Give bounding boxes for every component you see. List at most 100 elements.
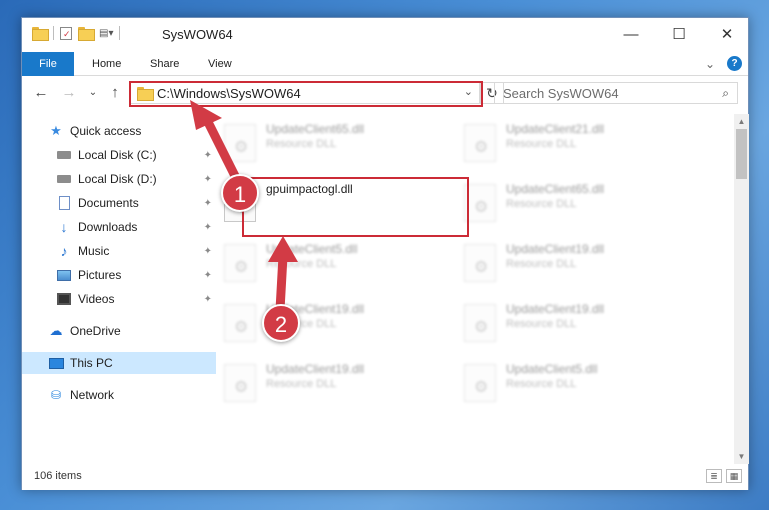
file-list: UpdateClient65.dll Resource DLL gpuimpac…	[218, 114, 733, 464]
view-switcher: ≣ ▦	[706, 469, 742, 483]
dll-file-icon	[464, 244, 496, 282]
list-item[interactable]: UpdateClient19.dll Resource DLL	[458, 238, 678, 288]
file-type: Resource DLL	[266, 378, 337, 390]
sidebar-item-network[interactable]: ⛁ Network	[22, 384, 216, 406]
sidebar-item-label: Pictures	[78, 268, 122, 282]
sidebar-item-downloads[interactable]: ↓ Downloads ✦	[22, 216, 216, 238]
file-type: Resource DLL	[506, 198, 577, 210]
file-name: UpdateClient19.dll	[506, 302, 605, 316]
explorer-window: ✓ ▤▾ SysWOW64 — ☐ ✕ File Home Share View…	[21, 17, 749, 490]
file-highlight-box	[242, 177, 469, 237]
sidebar-item-music[interactable]: ♪ Music ✦	[22, 240, 216, 262]
list-item[interactable]: UpdateClient19.dll Resource DLL	[218, 298, 438, 348]
title-bar: ✓ ▤▾ SysWOW64 — ☐ ✕	[22, 18, 748, 52]
list-item[interactable]: UpdateClient5.dll Resource DLL	[458, 358, 678, 408]
dll-file-icon	[224, 364, 256, 402]
file-type: Resource DLL	[506, 258, 577, 270]
list-item[interactable]: UpdateClient21.dll Resource DLL	[458, 118, 678, 168]
drive-icon	[56, 171, 72, 187]
tab-share[interactable]: Share	[136, 52, 193, 76]
navigation-pane: ★ Quick access Local Disk (C:) ✦ Local D…	[22, 114, 216, 464]
file-name: UpdateClient19.dll	[266, 362, 365, 376]
expand-ribbon-icon[interactable]: ⌄	[705, 57, 715, 71]
file-type: Resource DLL	[506, 378, 577, 390]
quick-access-toolbar: ✓ ▤▾	[32, 26, 121, 41]
pin-icon[interactable]: ✦	[204, 294, 212, 305]
sidebar-item-quick-access[interactable]: ★ Quick access	[22, 120, 216, 142]
step-1-badge: 1	[221, 174, 259, 212]
ribbon-controls: ⌄ ?	[705, 56, 742, 71]
sidebar-item-pictures[interactable]: Pictures ✦	[22, 264, 216, 286]
back-button[interactable]: ←	[30, 82, 52, 104]
music-icon: ♪	[60, 243, 68, 259]
dll-file-icon	[464, 124, 496, 162]
cloud-icon: ☁	[49, 323, 63, 338]
sidebar-item-this-pc[interactable]: This PC	[22, 352, 216, 374]
sidebar-item-local-disk-d[interactable]: Local Disk (D:) ✦	[22, 168, 216, 190]
scroll-down-icon[interactable]: ▼	[734, 449, 749, 464]
search-input[interactable]: Search SysWOW64	[503, 86, 619, 101]
large-icons-view-icon[interactable]: ▦	[726, 469, 742, 483]
sidebar-item-label: Music	[78, 244, 110, 258]
recent-locations-button[interactable]: ⌄	[82, 82, 104, 104]
star-icon: ★	[50, 123, 62, 138]
file-type: Resource DLL	[266, 138, 337, 150]
pc-icon	[48, 355, 64, 371]
list-item[interactable]: UpdateClient5.dll Resource DLL	[218, 238, 438, 288]
minimize-button[interactable]: —	[608, 18, 654, 52]
pin-icon[interactable]: ✦	[204, 246, 212, 257]
pin-icon[interactable]: ✦	[204, 150, 212, 161]
document-icon	[56, 195, 72, 211]
item-count: 106 items	[34, 470, 82, 482]
sidebar-item-videos[interactable]: Videos ✦	[22, 288, 216, 310]
scroll-thumb[interactable]	[736, 129, 747, 179]
videos-icon	[56, 291, 72, 307]
list-item[interactable]: UpdateClient19.dll Resource DLL	[458, 298, 678, 348]
separator	[119, 26, 121, 40]
tab-view[interactable]: View	[194, 52, 246, 76]
up-button[interactable]: ↑	[104, 82, 126, 104]
sidebar-item-label: Quick access	[70, 124, 142, 138]
forward-button[interactable]: →	[58, 82, 80, 104]
window-title: SysWOW64	[162, 27, 233, 42]
customize-toolbar-icon[interactable]: ▤▾	[99, 28, 113, 39]
close-button[interactable]: ✕	[704, 18, 750, 52]
download-icon: ↓	[60, 219, 68, 235]
sidebar-item-documents[interactable]: Documents ✦	[22, 192, 216, 214]
sidebar-item-label: This PC	[70, 356, 113, 370]
maximize-button[interactable]: ☐	[656, 18, 702, 52]
list-item[interactable]: UpdateClient19.dll Resource DLL	[218, 358, 438, 408]
list-item[interactable]: UpdateClient65.dll Resource DLL	[218, 118, 438, 168]
help-icon[interactable]: ?	[727, 56, 742, 71]
sidebar-item-onedrive[interactable]: ☁ OneDrive	[22, 320, 216, 342]
drive-icon	[56, 147, 72, 163]
pin-icon[interactable]: ✦	[204, 198, 212, 209]
tab-home[interactable]: Home	[78, 52, 135, 76]
dll-file-icon	[224, 304, 256, 342]
dll-file-icon	[224, 124, 256, 162]
list-item[interactable]: UpdateClient65.dll Resource DLL	[458, 178, 678, 228]
sidebar-item-label: Local Disk (C:)	[78, 148, 157, 162]
sidebar-item-local-disk-c[interactable]: Local Disk (C:) ✦	[22, 144, 216, 166]
file-type: Resource DLL	[506, 318, 577, 330]
new-folder-icon[interactable]	[78, 27, 95, 41]
folder-icon	[32, 27, 49, 41]
pin-icon[interactable]: ✦	[204, 270, 212, 281]
step-2-badge: 2	[262, 304, 300, 342]
sidebar-item-label: Downloads	[78, 220, 138, 234]
dll-file-icon	[464, 304, 496, 342]
vertical-scrollbar[interactable]: ▲ ▼	[734, 114, 749, 464]
properties-icon[interactable]: ✓	[60, 26, 72, 40]
pin-icon[interactable]: ✦	[204, 222, 212, 233]
dll-file-icon	[224, 244, 256, 282]
network-icon: ⛁	[50, 388, 62, 402]
search-box[interactable]: Search SysWOW64 ⌕	[494, 82, 738, 104]
details-view-icon[interactable]: ≣	[706, 469, 722, 483]
file-name: UpdateClient21.dll	[506, 122, 605, 136]
scroll-up-icon[interactable]: ▲	[734, 114, 749, 129]
navigation-bar: ← → ⌄ ↑ C:\Windows\SysWOW64 ⌄ ↻ Search S…	[22, 76, 748, 110]
status-bar: 106 items ≣ ▦	[22, 464, 748, 490]
sidebar-item-label: Network	[70, 388, 115, 402]
pin-icon[interactable]: ✦	[204, 174, 212, 185]
sidebar-item-label: Documents	[78, 196, 139, 210]
